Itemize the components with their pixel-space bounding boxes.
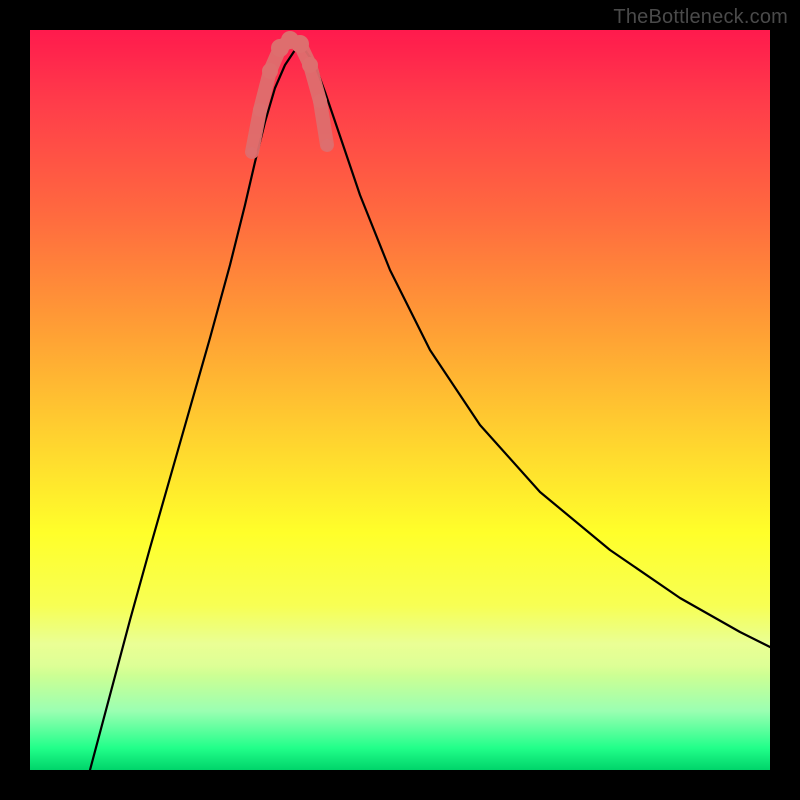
watermark-text: TheBottleneck.com xyxy=(613,6,788,29)
curve-layer xyxy=(30,30,770,770)
plot-area xyxy=(30,30,770,770)
chart-frame: TheBottleneck.com xyxy=(0,0,800,800)
bottleneck-curve xyxy=(90,50,770,770)
valley-markers xyxy=(247,31,333,157)
